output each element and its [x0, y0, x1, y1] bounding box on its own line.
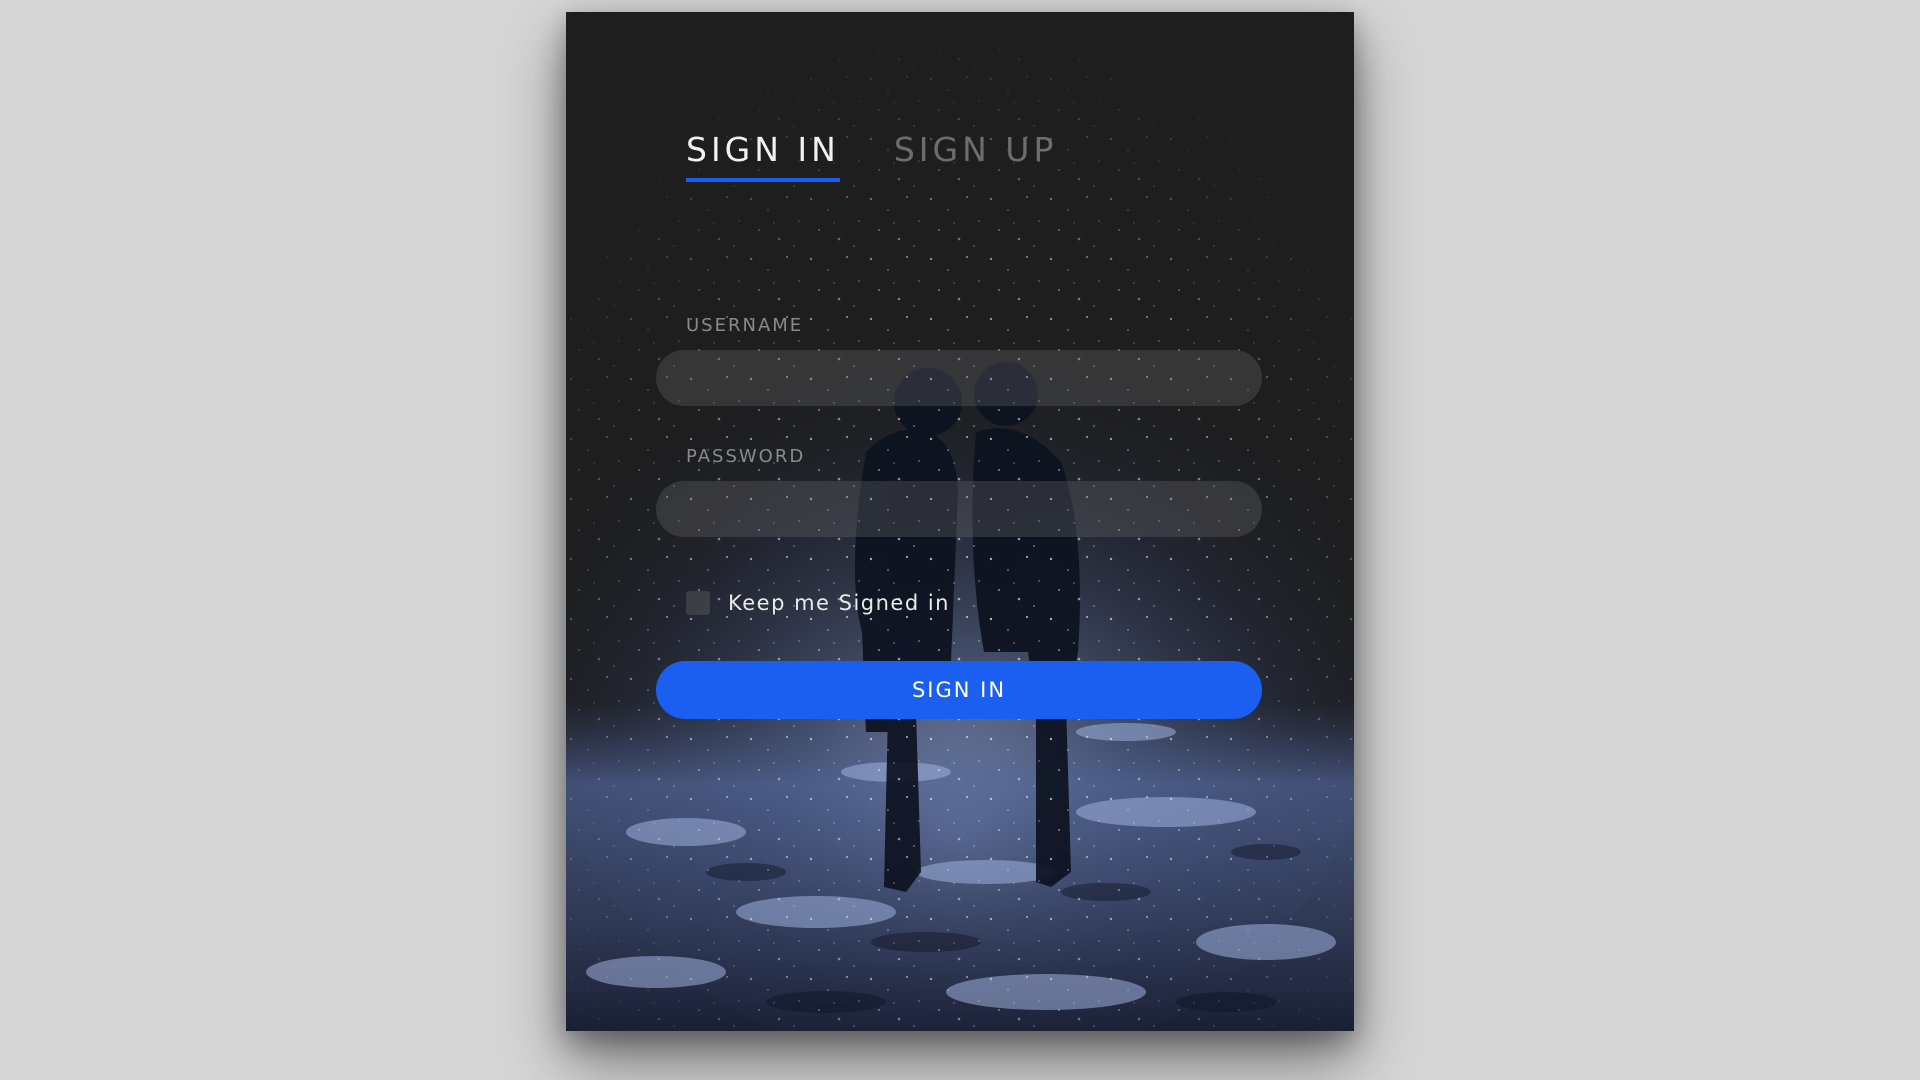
keep-signed-in-row: Keep me Signed in [686, 591, 950, 615]
username-label: USERNAME [686, 315, 804, 336]
password-label: PASSWORD [686, 446, 806, 467]
keep-signed-in-checkbox[interactable] [686, 591, 710, 615]
username-input[interactable] [656, 350, 1262, 406]
password-input[interactable] [656, 481, 1262, 537]
sign-in-button[interactable]: SIGN IN [656, 661, 1262, 719]
login-card: SIGN IN SIGN UP USERNAME PASSWORD Keep m… [566, 12, 1354, 1031]
keep-signed-in-label[interactable]: Keep me Signed in [728, 591, 950, 615]
auth-tabs: SIGN IN SIGN UP [686, 130, 1057, 182]
tab-sign-in[interactable]: SIGN IN [686, 130, 840, 182]
tab-sign-up[interactable]: SIGN UP [894, 130, 1057, 182]
